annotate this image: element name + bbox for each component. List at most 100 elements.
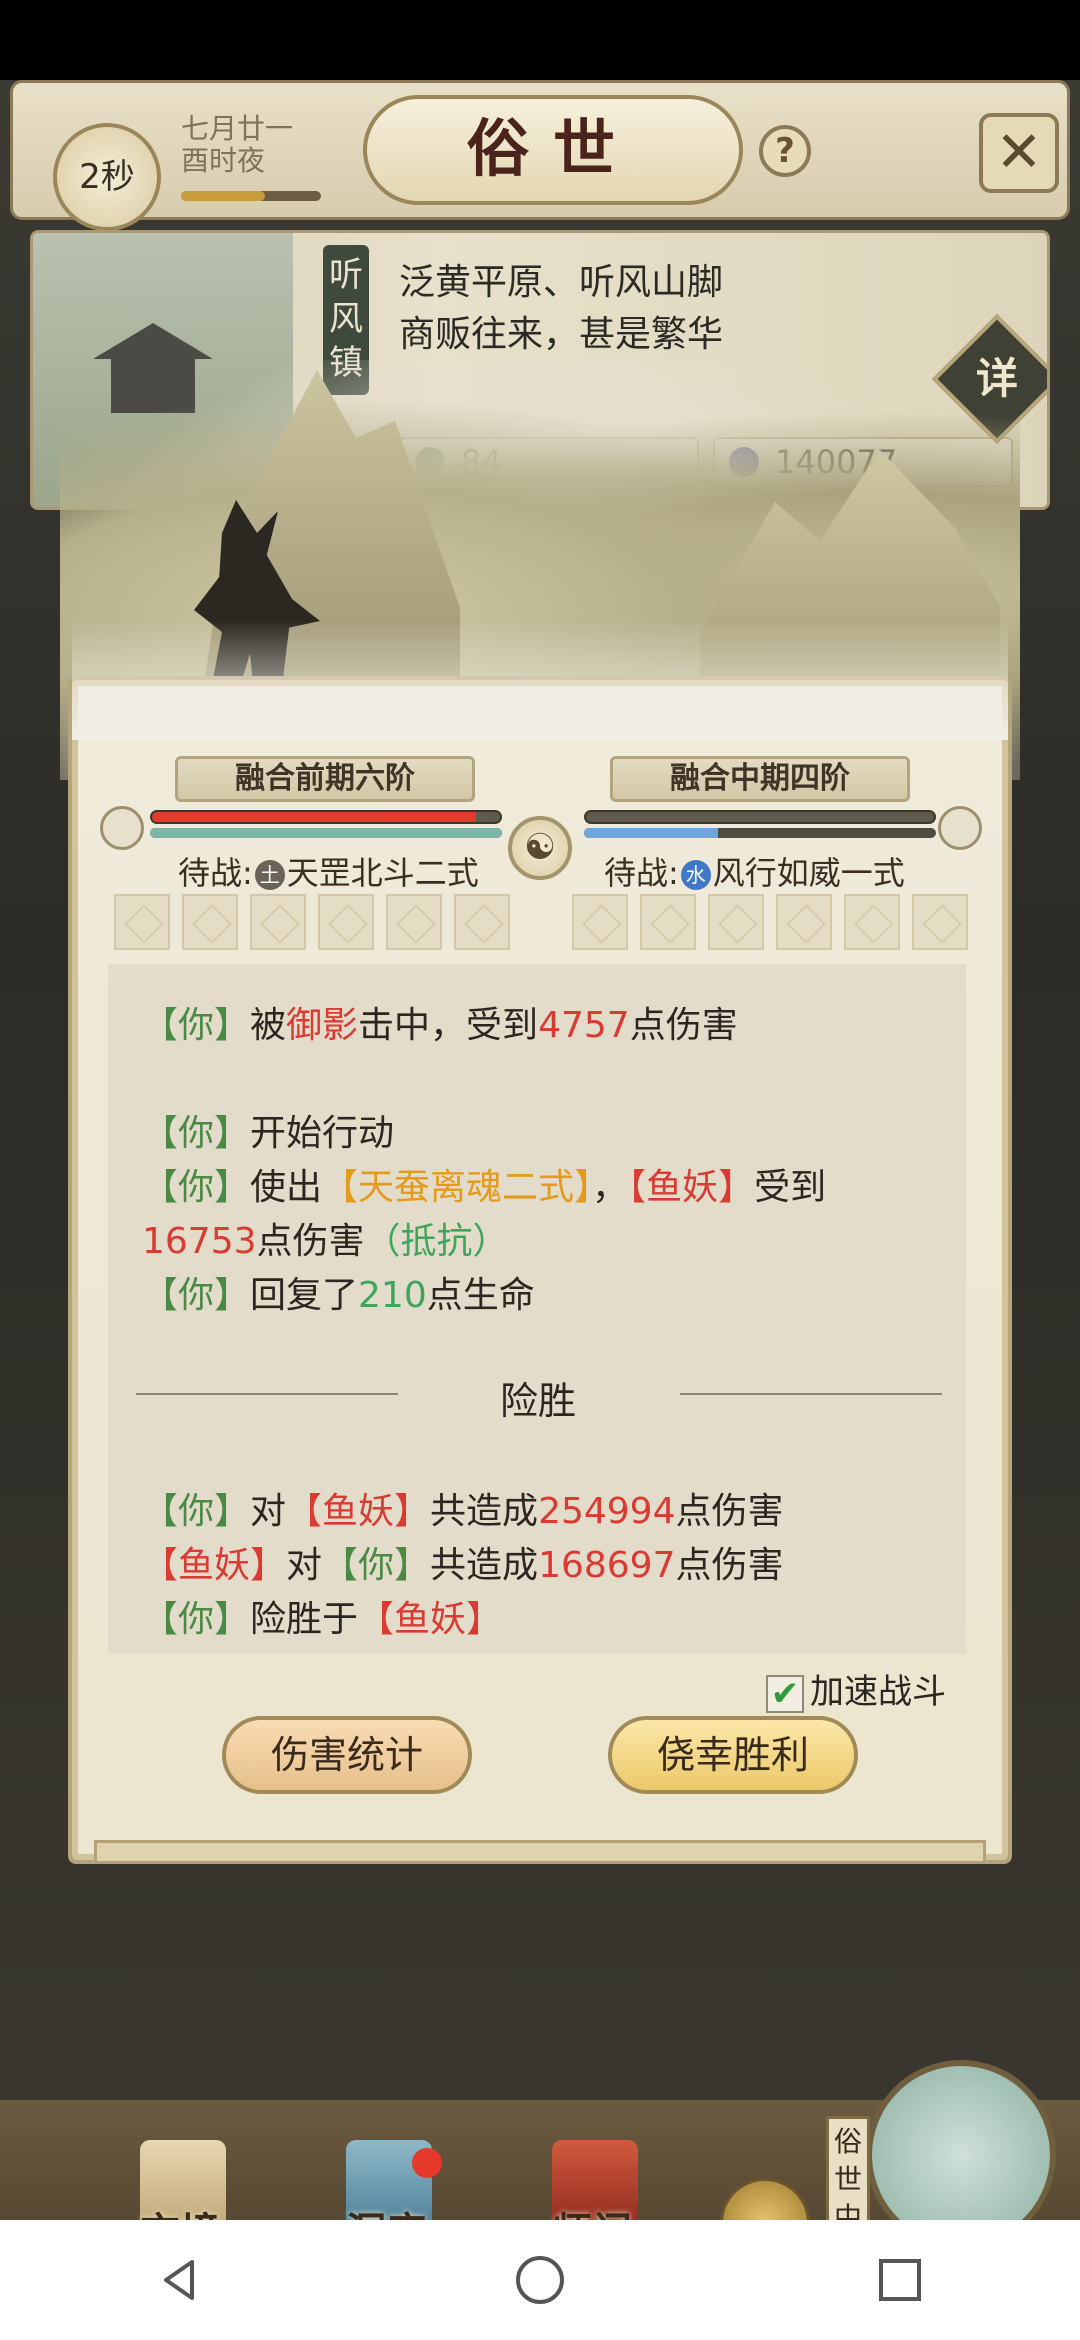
log-text: 险胜于 — [250, 1599, 359, 1640]
enemy-waiting-skill: 待战: 水风行如威一式 — [604, 848, 905, 894]
wait-prefix: 待战: — [604, 854, 679, 892]
log-text: 使出 — [250, 1167, 323, 1208]
location-description-2: 商贩往来，甚是繁华 — [399, 314, 724, 355]
log-text: 击中，受到 — [358, 1005, 539, 1046]
status-bar — [0, 0, 1080, 80]
log-line: 【你】被御影击中，受到4757点伤害 — [142, 996, 738, 1048]
divider-left — [136, 1393, 398, 1395]
tab-xuanjing[interactable]: 玄境 — [140, 2200, 220, 2220]
speed-toggle[interactable]: ✔ 加速战斗 — [766, 1664, 946, 1713]
player-waiting-skill: 待战: 土天罡北斗二式 — [178, 848, 479, 894]
log-actor: 【你】 — [142, 1599, 251, 1640]
log-skill: 【天蚕离魂二式】 — [322, 1167, 593, 1208]
time-progress-fill — [181, 191, 265, 201]
log-actor: 【你】 — [142, 1491, 251, 1532]
close-button[interactable]: ✕ — [979, 113, 1059, 193]
location-description-1: 泛黄平原、听风山脚 — [399, 262, 724, 303]
log-text: 点伤害 — [629, 1005, 738, 1046]
player-skill-name: 天罡北斗二式 — [286, 854, 479, 892]
realm-globe-icon[interactable] — [866, 2060, 1056, 2220]
log-text: 受到 — [754, 1167, 827, 1208]
back-icon[interactable] — [150, 2250, 210, 2310]
enemy-hp-bar — [584, 810, 936, 824]
recent-apps-icon[interactable] — [870, 2250, 930, 2310]
log-line: 【你】回复了210点生命 — [142, 1266, 535, 1318]
enemy-skill-name: 风行如威一式 — [712, 854, 905, 892]
water-element-icon: 水 — [680, 860, 711, 890]
log-actor: 【你】 — [142, 1167, 251, 1208]
log-actor: 【你】 — [142, 1113, 251, 1154]
buff-slot — [640, 894, 696, 950]
realm-tag: 俗世中 — [826, 2116, 870, 2220]
log-text: 点生命 — [426, 1275, 535, 1316]
tab-shimen[interactable]: 师门 — [552, 2200, 632, 2220]
enemy-rank: 融合中期四阶 — [610, 756, 910, 802]
buff-slot — [572, 894, 628, 950]
narrow-victory-button[interactable]: 侥幸胜利 — [608, 1716, 858, 1794]
summary-line: 【你】对【鱼妖】共造成254994点伤害 — [142, 1482, 784, 1534]
checkbox-icon[interactable]: ✔ — [766, 1674, 804, 1713]
log-text: 开始行动 — [250, 1113, 395, 1154]
buff-slot — [114, 894, 170, 950]
battle-log[interactable]: 【你】被御影击中，受到4757点伤害 【你】开始行动 【你】使出【天蚕离魂二式】… — [108, 964, 966, 1654]
log-number: 16753 — [142, 1221, 257, 1262]
home-icon[interactable] — [510, 2250, 570, 2310]
player-bars — [100, 806, 550, 850]
log-text: 对 — [286, 1545, 323, 1586]
player-buff-slots — [114, 894, 510, 950]
log-number: 210 — [358, 1275, 427, 1316]
tab-dongfu[interactable]: 洞府 — [346, 2200, 426, 2220]
log-line: 16753点伤害（抵抗） — [142, 1212, 509, 1264]
log-actor: 【你】 — [142, 1275, 251, 1316]
log-text: 对 — [250, 1491, 287, 1532]
log-enemy: 【鱼妖】 — [628, 1167, 755, 1208]
game-date: 七月廿一 酉时夜 — [181, 113, 293, 177]
page-title: 俗世 — [363, 95, 743, 205]
yin-yang-icon: ☯ — [508, 816, 572, 880]
enemy-avatar-icon — [938, 806, 982, 850]
log-text: 共造成 — [430, 1545, 539, 1586]
log-text: 点伤害 — [675, 1491, 784, 1532]
enemy-mp-fill — [584, 828, 718, 838]
earth-element-icon: 土 — [254, 860, 285, 890]
timer-badge: 2秒 — [53, 123, 161, 231]
log-skill: 御影 — [286, 1005, 359, 1046]
player-rank: 融合前期六阶 — [175, 756, 475, 802]
enemy-bars — [534, 806, 984, 850]
help-icon[interactable]: ? — [759, 125, 811, 177]
game-area: 2秒 七月廿一 酉时夜 俗世 ? ✕ 听风镇 泛黄平原、听风山脚 商贩往来，甚是… — [0, 80, 1080, 2220]
log-text: 被 — [250, 1005, 287, 1046]
buff-slot — [912, 894, 968, 950]
summary-line: 【你】险胜于【鱼妖】 — [142, 1590, 502, 1642]
player-mp-fill — [150, 828, 502, 838]
log-line: 【你】使出【天蚕离魂二式】，【鱼妖】受到 — [142, 1158, 826, 1210]
date-line1: 七月廿一 — [181, 112, 294, 145]
top-bar: 2秒 七月廿一 酉时夜 俗世 ? ✕ — [10, 80, 1070, 231]
battle-result: 险胜 — [500, 1379, 577, 1423]
log-enemy: 【鱼妖】 — [286, 1491, 431, 1532]
log-text: 回复了 — [250, 1275, 359, 1316]
buff-slot — [844, 894, 900, 950]
wait-prefix: 待战: — [178, 854, 253, 892]
log-resist: （抵抗） — [364, 1221, 509, 1262]
buff-slot — [454, 894, 510, 950]
scroll-bottom-edge — [94, 1840, 986, 1864]
buff-slot — [182, 894, 238, 950]
buff-slot — [708, 894, 764, 950]
system-nav-bar — [0, 2220, 1080, 2340]
log-enemy: 【鱼妖】 — [142, 1545, 287, 1586]
log-number: 254994 — [538, 1491, 676, 1532]
log-text: 共造成 — [430, 1491, 539, 1532]
log-text: 点伤害 — [675, 1545, 784, 1586]
summary-line: 【鱼妖】对【你】共造成168697点伤害 — [142, 1536, 784, 1588]
buff-slot — [318, 894, 374, 950]
log-enemy: 【鱼妖】 — [358, 1599, 503, 1640]
mist — [72, 620, 1008, 740]
screen: 2秒 七月廿一 酉时夜 俗世 ? ✕ 听风镇 泛黄平原、听风山脚 商贩往来，甚是… — [0, 0, 1080, 2340]
log-text: 点伤害 — [256, 1221, 365, 1262]
log-line: 【你】开始行动 — [142, 1104, 394, 1156]
date-line2: 酉时夜 — [181, 144, 266, 177]
damage-stats-button[interactable]: 伤害统计 — [222, 1716, 472, 1794]
log-actor: 【你】 — [322, 1545, 431, 1586]
speed-label: 加速战斗 — [810, 1672, 946, 1712]
